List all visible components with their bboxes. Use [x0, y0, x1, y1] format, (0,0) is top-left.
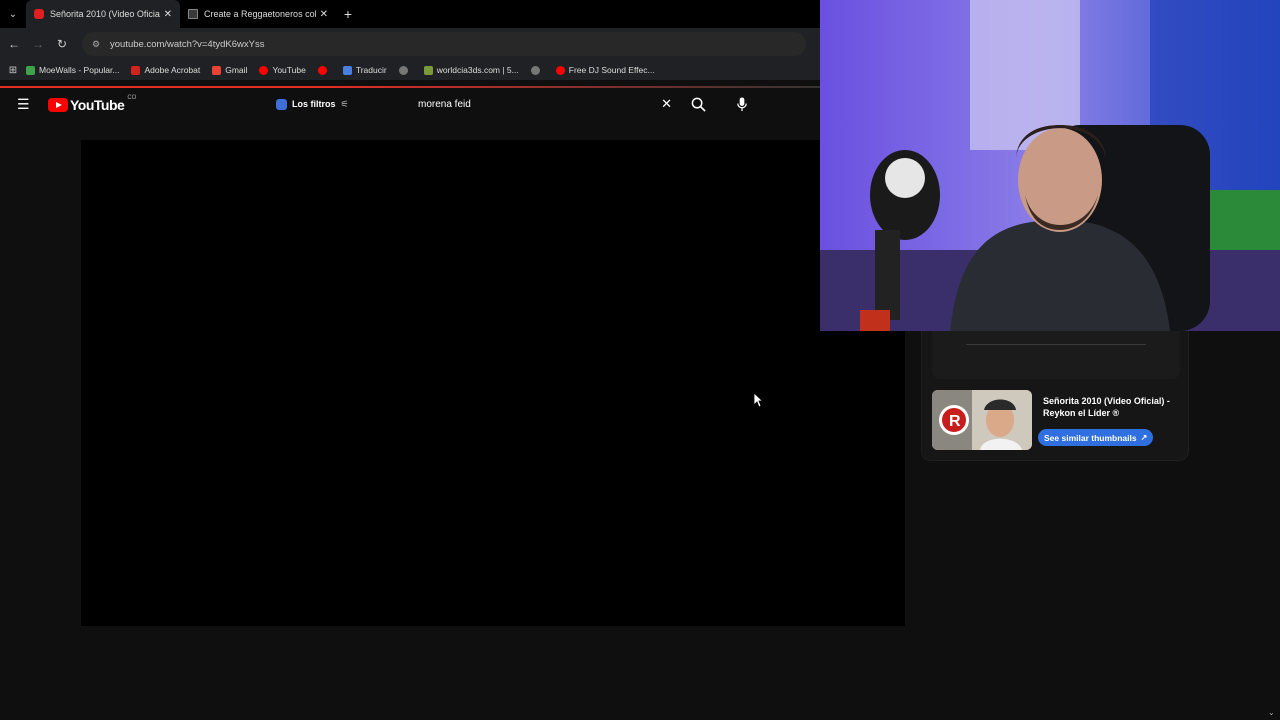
similar-button-label: See similar thumbnails — [1044, 432, 1137, 443]
youtube-icon — [317, 65, 327, 75]
see-similar-thumbnails-button[interactable]: See similar thumbnails ↗ — [1038, 429, 1154, 446]
tab-label: Señorita 2010 (Video Oficial) - R — [50, 9, 160, 19]
bookmark-globe[interactable] — [398, 65, 412, 75]
bookmark-moewalls[interactable]: MoeWalls - Popular... — [26, 65, 119, 75]
mouse-cursor-icon — [753, 392, 763, 408]
microphone-icon — [737, 96, 747, 111]
tab-search-chevron-icon[interactable]: ⌄ — [0, 0, 26, 28]
country-code: CO — [127, 95, 137, 101]
globe-icon — [398, 65, 408, 75]
panel-header — [932, 331, 1180, 379]
screen: ⌄ Señorita 2010 (Video Oficial) - R ✕ Cr… — [0, 0, 1280, 720]
reload-icon[interactable]: ↻ — [50, 37, 74, 51]
filter-extension-icon — [276, 98, 287, 110]
tab-create-reggaetoneros[interactable]: Create a Reggaetoneros colomb ✕ — [180, 0, 336, 28]
voice-search-button[interactable] — [730, 92, 754, 116]
video-player[interactable] — [81, 140, 905, 626]
bookmark-globe-2[interactable] — [530, 65, 544, 75]
tab-senorita[interactable]: Señorita 2010 (Video Oficial) - R ✕ — [26, 0, 180, 28]
bookmark-youtube[interactable]: YouTube — [259, 65, 306, 75]
filters-label: Los filtros — [292, 99, 336, 109]
document-icon — [188, 9, 198, 19]
youtube-icon — [259, 65, 269, 75]
chevron-down-icon: ⌄ — [1268, 708, 1275, 717]
youtube-header: ☰ YouTube CO Los filtros ⚟ morena feid ✕ — [0, 88, 820, 120]
new-tab-button[interactable]: + — [336, 6, 360, 22]
bookmark-adobe-acrobat[interactable]: Adobe Acrobat — [131, 65, 200, 75]
url-bar[interactable]: ⚙ youtube.com/watch?v=4tydK6wxYss — [82, 32, 806, 56]
forward-arrow-icon[interactable]: → — [26, 37, 50, 51]
thumbnail-image: R — [932, 390, 1032, 450]
search-button[interactable] — [684, 92, 712, 116]
close-icon[interactable]: ✕ — [320, 9, 328, 20]
svg-text:R: R — [949, 413, 961, 430]
search-query: morena feid — [418, 98, 471, 110]
bookmark-gmail[interactable]: Gmail — [212, 65, 247, 75]
back-arrow-icon[interactable]: ← — [2, 37, 26, 51]
globe-icon — [530, 65, 540, 75]
external-arrow-icon: ↗ — [1140, 433, 1148, 442]
filters-button[interactable]: Los filtros ⚟ — [268, 93, 357, 115]
gmail-icon — [212, 65, 222, 75]
clear-search-icon[interactable]: ✕ — [661, 96, 672, 112]
url-text: youtube.com/watch?v=4tydK6wxYss — [110, 38, 265, 50]
site-icon — [423, 65, 433, 75]
translate-icon — [342, 65, 352, 75]
search-input[interactable]: morena feid ✕ — [408, 92, 680, 116]
video-thumbnail[interactable]: R — [932, 390, 1032, 450]
bookmark-traducir[interactable]: Traducir — [342, 65, 387, 75]
site-info-icon[interactable]: ⚙ — [92, 39, 104, 50]
bookmark-worldcia3ds[interactable]: worldcia3ds.com | 5... — [423, 65, 519, 75]
youtube-logo[interactable]: YouTube CO — [48, 95, 137, 113]
youtube-icon — [555, 65, 565, 75]
bookmark-free-dj-sound[interactable]: Free DJ Sound Effec... — [555, 65, 655, 75]
tab-label: Create a Reggaetoneros colomb — [204, 9, 316, 19]
bookmark-youtube-2[interactable] — [317, 65, 331, 75]
leaf-icon — [26, 65, 35, 75]
search-icon — [691, 97, 706, 112]
close-icon[interactable]: ✕ — [164, 9, 172, 20]
sliders-icon: ⚟ — [340, 98, 349, 109]
apps-grid-icon[interactable]: ⊞ — [0, 65, 26, 76]
youtube-wordmark: YouTube — [70, 97, 125, 113]
webcam-overlay — [820, 0, 1280, 331]
divider — [966, 344, 1146, 345]
streamer-camera-image — [820, 0, 1280, 331]
youtube-icon — [34, 9, 44, 19]
acrobat-icon — [131, 65, 141, 75]
video-title: Señorita 2010 (Video Oficial) - Reykon e… — [1043, 396, 1170, 418]
youtube-play-icon — [48, 98, 68, 112]
hamburger-menu-icon[interactable]: ☰ — [17, 97, 31, 111]
similar-thumbnails-panel: R Señorita 2010 (Video Oficial) - Reykon… — [921, 331, 1189, 461]
